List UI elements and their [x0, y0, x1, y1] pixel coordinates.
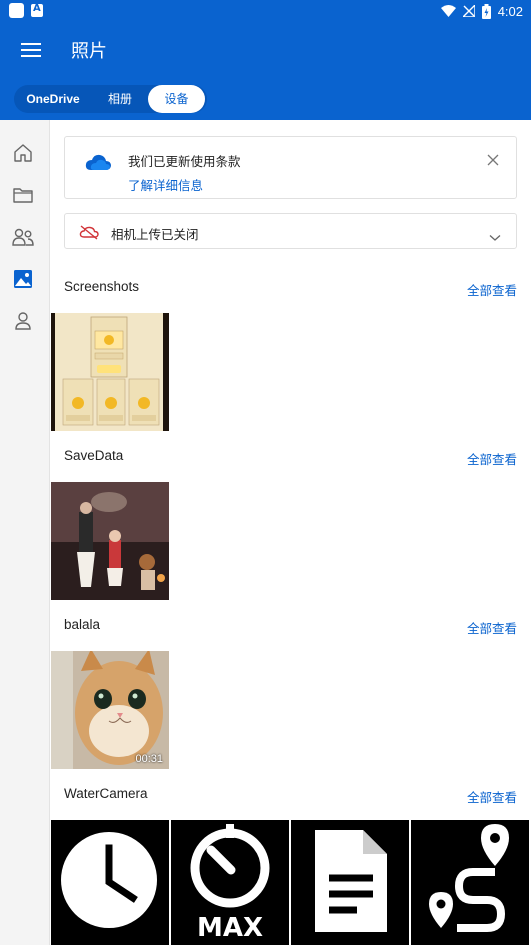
tab-device[interactable]: 设备 [148, 85, 205, 113]
wifi-icon [440, 5, 456, 17]
terms-notice-card: 我们已更新使用条款 了解详细信息 [64, 136, 517, 199]
folder-icon[interactable] [11, 183, 35, 207]
home-icon[interactable] [11, 141, 35, 165]
view-switcher: OneDrive 相册 设备 [14, 85, 207, 113]
tab-onedrive[interactable]: OneDrive [14, 85, 92, 113]
app-bar: 照片 OneDrive 相册 设备 [0, 22, 531, 120]
me-icon[interactable] [11, 309, 35, 333]
clock-icon[interactable] [51, 820, 169, 945]
section-title-savedata: SaveData [64, 448, 124, 463]
app-root: 4:02 照片 OneDrive 相册 设备 [0, 0, 531, 945]
section-title-screenshots: Screenshots [64, 279, 140, 294]
view-all-savedata[interactable]: 全部查看 [467, 449, 517, 468]
savedata-thumbnail[interactable] [51, 482, 169, 600]
tab-albums[interactable]: 相册 [92, 85, 148, 113]
sidebar [0, 120, 50, 945]
section-title-watercamera: WaterCamera [64, 786, 148, 801]
route-icon[interactable] [411, 820, 529, 945]
people-icon[interactable] [11, 225, 35, 249]
view-all-balala[interactable]: 全部查看 [467, 618, 517, 637]
chevron-down-icon [489, 227, 501, 246]
battery-icon [481, 3, 491, 19]
section-title-balala: balala [64, 617, 101, 632]
view-all-screenshots[interactable]: 全部查看 [467, 280, 517, 299]
camera-upload-status: 相机上传已关闭 [111, 227, 199, 242]
camera-upload-dropdown[interactable]: 相机上传已关闭 [64, 213, 517, 249]
video-duration: 00:31 [135, 753, 163, 765]
status-time: 4:02 [497, 3, 523, 19]
photos-icon[interactable] [11, 267, 35, 291]
max-label: MAX [197, 913, 263, 943]
notice-message: 我们已更新使用条款 [128, 154, 241, 169]
notification-app-icon [9, 3, 24, 18]
notification-a-icon [31, 3, 43, 17]
document-icon[interactable] [291, 820, 409, 945]
cloud-off-icon [79, 224, 99, 244]
onedrive-cloud-icon [85, 153, 111, 175]
no-signal-icon [462, 5, 475, 17]
balala-video-thumbnail[interactable]: 00:31 [51, 651, 169, 769]
status-bar: 4:02 [0, 0, 531, 22]
learn-more-link[interactable]: 了解详细信息 [128, 175, 203, 194]
screenshot-thumbnail[interactable] [51, 313, 169, 431]
main-content: 我们已更新使用条款 了解详细信息 相机上传已关闭 Screenshots 全部查… [50, 120, 531, 945]
menu-icon[interactable] [21, 40, 43, 60]
stopwatch-max-icon[interactable]: MAX [171, 820, 289, 945]
view-all-watercamera[interactable]: 全部查看 [467, 787, 517, 806]
close-icon[interactable] [486, 152, 500, 166]
page-title: 照片 [71, 41, 107, 62]
